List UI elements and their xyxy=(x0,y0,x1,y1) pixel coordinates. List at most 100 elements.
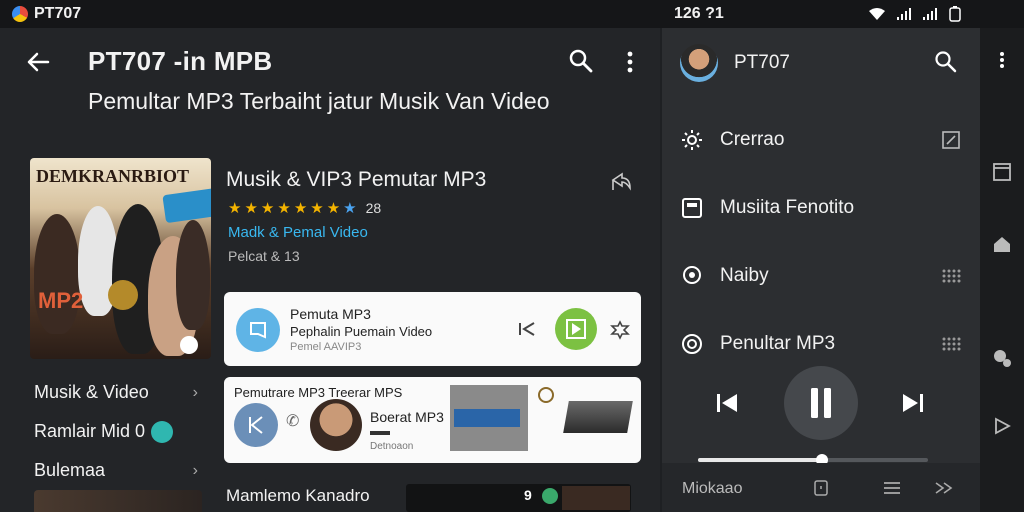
search-icon[interactable] xyxy=(934,50,958,74)
status-bar: PT707 126 ?1 xyxy=(0,0,1024,28)
skip-next-icon[interactable] xyxy=(900,390,926,416)
card1-line2: Pephalin Puemain Video xyxy=(290,324,433,339)
cover-mp2-text: MP2 xyxy=(38,288,84,313)
star-half-icon: ★ xyxy=(343,200,357,217)
app-name: Musik & VIP3 Pemutar MP3 xyxy=(226,168,487,191)
drawer-bottom-label: Miokaao xyxy=(682,480,743,497)
play-circle-icon[interactable] xyxy=(236,308,280,352)
skip-previous-icon[interactable] xyxy=(714,390,740,416)
side-drawer: PT707 Crerrao Musiita Fenotito Naiby Pen… xyxy=(662,28,980,512)
call-icon[interactable]: ✆ xyxy=(286,411,299,431)
avatar[interactable] xyxy=(680,44,718,82)
battery-icon xyxy=(949,6,961,22)
left-thumbnail-image[interactable] xyxy=(34,490,202,512)
edit-icon[interactable] xyxy=(940,129,962,151)
preview-strip xyxy=(454,409,520,427)
drawer-menu: Crerrao Musiita Fenotito Naiby Penultar … xyxy=(680,106,962,378)
share-icon[interactable] xyxy=(610,170,632,192)
left-item-label: Musik & Video xyxy=(34,382,149,402)
back-triangle-icon[interactable] xyxy=(992,416,1012,436)
pause-button[interactable] xyxy=(784,366,858,440)
chat-badge-icon xyxy=(151,420,174,443)
app-category-link[interactable]: Madk & Pemal Video xyxy=(228,224,368,241)
menu-item-musiita[interactable]: Musiita Fenotito xyxy=(680,174,962,242)
grid-dots-icon[interactable] xyxy=(940,333,962,355)
card2-divider xyxy=(370,431,390,435)
album-icon xyxy=(682,198,702,218)
card1-line3: Pemel AAVIP3 xyxy=(290,341,362,353)
star-icon: ★ xyxy=(293,200,308,217)
menu-item-label: Penultar MP3 xyxy=(720,333,836,354)
page-title: PT707 -in MPB xyxy=(88,46,273,76)
more-vert-icon[interactable] xyxy=(620,48,640,76)
status-app-name: PT707 xyxy=(34,5,82,22)
menu-item-naiby[interactable]: Naiby xyxy=(680,242,962,310)
chevron-right-icon: › xyxy=(192,383,198,401)
skip-circle-icon[interactable] xyxy=(234,403,278,447)
media-preview-image[interactable] xyxy=(450,385,528,451)
main-panel: PT707 -in MPB Pemultar MP3 Terbaiht jatu… xyxy=(0,28,660,512)
home-icon[interactable] xyxy=(992,234,1012,254)
star-icon: ★ xyxy=(277,200,291,217)
strip-badge-icon xyxy=(542,488,558,504)
rating-stars: ★ ★ ★ ★ ★ ★ ★ ★ 28 xyxy=(228,199,381,217)
left-item-label: Ramlair Mid 0 xyxy=(34,421,146,441)
chevron-right-icon: › xyxy=(192,461,198,479)
puzzle-icon[interactable] xyxy=(610,320,630,340)
status-clock: 126 ?1 xyxy=(674,5,724,22)
system-icons xyxy=(868,6,962,22)
cover-title: DEMKRANRBIOT xyxy=(36,166,190,186)
back-arrow-icon[interactable] xyxy=(24,48,52,76)
cover-person xyxy=(34,214,80,334)
page-subtitle: Pemultar MP3 Terbaiht jatur Musik Van Vi… xyxy=(88,88,550,114)
search-icon[interactable] xyxy=(568,48,594,74)
queue-list-icon[interactable] xyxy=(882,479,902,497)
timer-icon[interactable] xyxy=(812,479,830,497)
recents-icon[interactable] xyxy=(992,162,1012,182)
device-image[interactable] xyxy=(563,401,633,433)
more-vert-icon[interactable] xyxy=(992,50,1012,70)
strip-number: 9 xyxy=(524,487,532,503)
left-item-musik-video[interactable]: Musik & Video › xyxy=(34,373,204,412)
play-button[interactable] xyxy=(555,308,597,350)
skip-previous-icon[interactable] xyxy=(518,320,536,338)
signal-icon-2 xyxy=(923,8,937,20)
coin-icon[interactable] xyxy=(538,387,554,403)
rating-count: 28 xyxy=(365,200,382,216)
vinyl-icon xyxy=(682,334,702,354)
cover-sticker xyxy=(162,186,211,224)
app-logo-icon xyxy=(12,6,28,22)
menu-item-crerrao[interactable]: Crerrao xyxy=(680,106,962,174)
playback-progress-bar[interactable] xyxy=(698,454,928,466)
star-icon: ★ xyxy=(244,200,258,217)
menu-item-label: Crerrao xyxy=(720,129,785,150)
system-nav-rail xyxy=(980,28,1024,512)
star-icon: ★ xyxy=(326,200,341,217)
recommendation-card[interactable]: Pemutrare MP3 Treerar MPS ✆ Boerat MP3 D… xyxy=(224,377,641,463)
progress-fill xyxy=(698,458,823,462)
assistant-icon[interactable] xyxy=(992,348,1012,368)
cover-badge-icon xyxy=(180,336,198,354)
left-item-ramlair[interactable]: Ramlair Mid 0 xyxy=(34,412,204,451)
left-item-label: Bulemaa xyxy=(34,460,106,480)
album-cover-image[interactable]: DEMKRANRBIOT MP2 xyxy=(30,158,211,359)
bottom-media-strip[interactable]: 9 xyxy=(406,484,631,512)
cover-person xyxy=(176,220,210,330)
star-icon: ★ xyxy=(310,200,324,217)
card1-line1: Pemuta MP3 xyxy=(290,306,371,322)
star-icon: ★ xyxy=(228,200,242,217)
cast-icon[interactable] xyxy=(934,479,954,497)
left-category-list: Musik & Video › Ramlair Mid 0 Bulemaa › xyxy=(34,373,204,490)
section-title: Mamlemo Kanadro xyxy=(226,486,370,505)
menu-item-label: Naiby xyxy=(720,265,769,286)
now-playing-card[interactable]: Pemuta MP3 Pephalin Puemain Video Pemel … xyxy=(224,292,641,366)
artist-avatar[interactable] xyxy=(310,399,362,451)
grid-dots-icon[interactable] xyxy=(940,265,962,287)
left-item-bulemaa[interactable]: Bulemaa › xyxy=(34,451,204,490)
gear-icon xyxy=(682,130,702,150)
cover-play-icon xyxy=(108,280,138,310)
drawer-title: PT707 xyxy=(734,52,790,73)
menu-item-label: Musiita Fenotito xyxy=(720,197,855,218)
signal-icon xyxy=(897,8,911,20)
strip-thumbnail[interactable] xyxy=(562,486,630,510)
